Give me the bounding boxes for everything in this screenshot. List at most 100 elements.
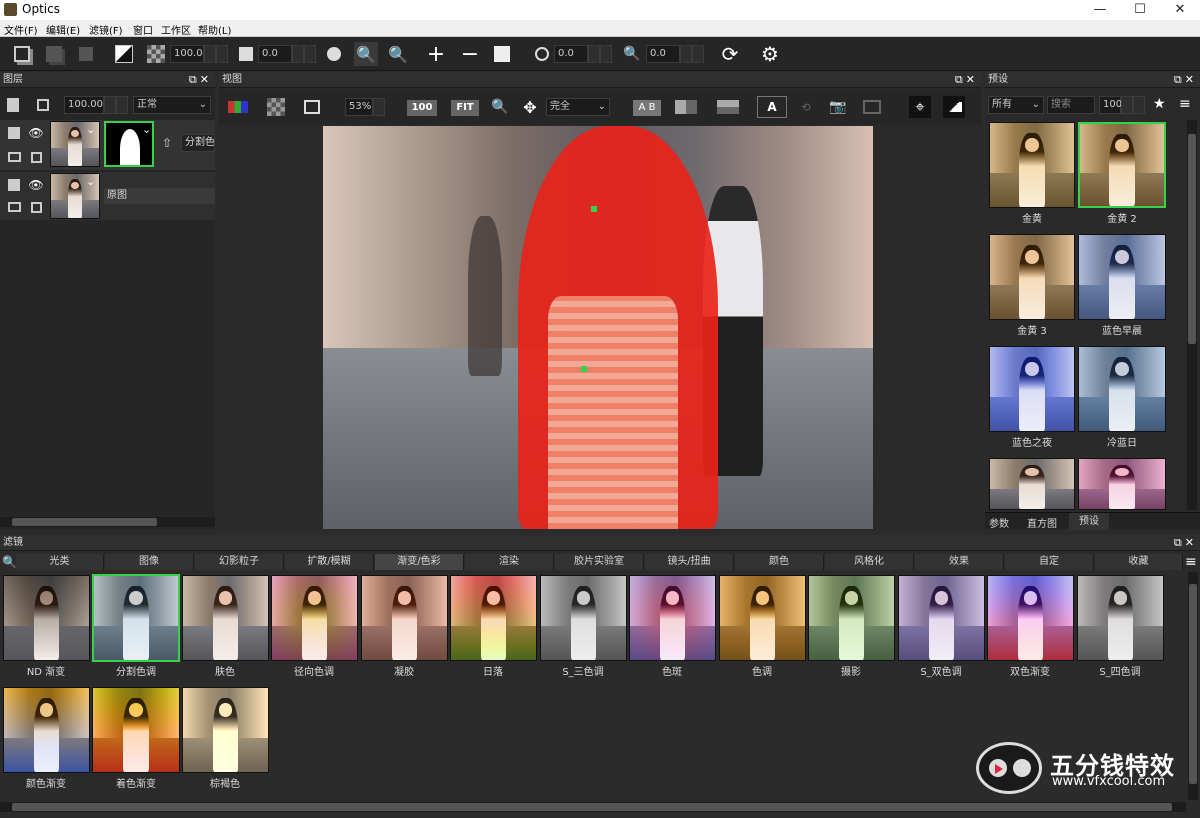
edit-layer-icon[interactable] — [3, 122, 25, 144]
refresh-icon[interactable]: ⟳ — [718, 42, 742, 66]
filters-scrollbar[interactable] — [0, 802, 1186, 812]
checker-icon[interactable] — [265, 96, 287, 118]
opacity-stepper[interactable] — [204, 45, 216, 63]
edit-layer-icon[interactable] — [3, 174, 25, 196]
layer-opacity-input[interactable]: 100.00 — [64, 96, 104, 114]
star-icon[interactable]: ★ — [1153, 96, 1166, 112]
camera-icon[interactable]: 📷 — [827, 96, 849, 118]
close-button[interactable]: ✕ — [1160, 0, 1200, 20]
blend-mode-select[interactable]: 正常 ⌄ — [133, 96, 211, 114]
layer-opacity-stepper[interactable] — [104, 96, 116, 114]
zoom-level[interactable]: 53% — [345, 98, 373, 116]
panel-window-controls[interactable]: ⧉✕ — [1174, 535, 1197, 551]
menu-file[interactable]: 文件(F) — [4, 22, 38, 37]
filter-tab-favorites[interactable]: 收藏 — [1095, 554, 1183, 570]
preset-thumb-blue-night[interactable] — [989, 346, 1075, 432]
preset-thumb[interactable] — [989, 458, 1075, 510]
ab-compare-button[interactable]: A B — [633, 100, 661, 116]
tab-histogram[interactable]: 直方图 — [1027, 515, 1057, 530]
filter-thumb-radial-tone[interactable] — [271, 575, 358, 661]
filter-thumb-bicolor-gradient[interactable] — [987, 575, 1074, 661]
eye-icon[interactable]: 👁 — [25, 174, 47, 196]
panel-window-controls[interactable]: ⧉✕ — [955, 72, 978, 88]
filter-thumb-tinted-gradient[interactable] — [92, 687, 180, 773]
frame-icon[interactable] — [25, 196, 47, 218]
value-stepper-2[interactable] — [292, 45, 304, 63]
filter-tab-diffuse-blur[interactable]: 扩散/模糊 — [285, 554, 374, 570]
thumb-size-input[interactable]: 100 — [1099, 96, 1121, 114]
monitor-icon[interactable] — [3, 146, 25, 168]
preset-thumb-cold-blue-day[interactable] — [1078, 346, 1166, 432]
crosshair-icon[interactable]: ⌖ — [909, 96, 931, 118]
split-horizontal-icon[interactable] — [717, 96, 739, 118]
value-input-2[interactable]: 0.0 — [258, 45, 292, 63]
move-icon[interactable]: ✥ — [519, 96, 541, 118]
filter-tab-film-lab[interactable]: 胶片实验室 — [555, 554, 644, 570]
filter-tab-render[interactable]: 渲染 — [465, 554, 554, 570]
minimize-button[interactable]: — — [1080, 0, 1120, 20]
filter-thumb-duotone[interactable] — [898, 575, 985, 661]
filter-thumb-color-gradient[interactable] — [3, 687, 90, 773]
filter-thumb-nd-gradient[interactable] — [3, 575, 90, 661]
zoom-in-icon[interactable]: 🔍 — [386, 42, 410, 66]
control-point[interactable] — [591, 206, 597, 212]
preset-search-input[interactable]: 搜索 — [1047, 96, 1095, 114]
opacity-icon[interactable] — [144, 42, 168, 66]
layers-scrollbar[interactable] — [0, 517, 215, 527]
filter-tab-custom[interactable]: 自定 — [1005, 554, 1094, 570]
preset-thumb[interactable] — [1078, 458, 1166, 510]
menu-icon[interactable]: ≡ — [1179, 96, 1191, 112]
value-stepper-4[interactable] — [680, 45, 692, 63]
tab-parameters[interactable]: 参数 — [989, 515, 1009, 530]
filter-thumb-gel[interactable] — [361, 575, 448, 661]
filter-thumb-quadtone[interactable] — [1077, 575, 1164, 661]
main-image-canvas[interactable] — [323, 126, 873, 529]
square-icon[interactable] — [234, 42, 258, 66]
panel-window-controls[interactable]: ⧉✕ — [1174, 72, 1197, 88]
filter-thumb-split-tone[interactable] — [92, 574, 180, 662]
monitor-icon[interactable] — [861, 96, 883, 118]
preset-thumb-golden[interactable] — [989, 122, 1075, 208]
value-input-4[interactable]: 0.0 — [646, 45, 680, 63]
circle-icon[interactable] — [530, 42, 554, 66]
filter-tab-lens-distort[interactable]: 镜头/扭曲 — [645, 554, 734, 570]
zoom-tool-icon[interactable]: 🔍 — [354, 42, 378, 66]
split-view-icon[interactable] — [675, 96, 697, 118]
filter-thumb-sepia[interactable] — [182, 687, 269, 773]
filter-tab-gradient-color[interactable]: 渐变/色彩 — [375, 554, 464, 570]
filter-thumb-color-spot[interactable] — [629, 575, 716, 661]
filter-thumb-tone[interactable] — [719, 575, 806, 661]
monitor-icon[interactable] — [3, 196, 25, 218]
rotate-icon[interactable] — [322, 42, 346, 66]
thumb-size-stepper-up[interactable] — [1133, 96, 1145, 114]
menu-icon[interactable]: ≡ — [1185, 554, 1197, 570]
filter-tab-particles[interactable]: 幻影粒子 — [195, 554, 284, 570]
search-icon[interactable]: 🔍 — [489, 96, 511, 118]
tab-presets[interactable]: 预设 — [1069, 513, 1109, 530]
filter-tab-light[interactable]: 光类 — [16, 554, 104, 570]
chevron-down-icon[interactable]: ⌄ — [86, 175, 95, 188]
layer-row-split[interactable]: 👁 ⌄ ⌄ ⇧ 分割色 — [0, 120, 215, 170]
panel-window-controls[interactable]: ⧉✕ — [189, 72, 212, 88]
menu-workspace[interactable]: 工作区 — [161, 22, 191, 37]
value-input-3[interactable]: 0.0 — [554, 45, 588, 63]
eye-icon[interactable]: 👁 — [25, 122, 47, 144]
menu-help[interactable]: 帮助(L) — [198, 22, 231, 37]
settings-icon[interactable]: ⚙ — [758, 42, 782, 66]
histogram-icon[interactable] — [943, 96, 965, 118]
opacity-input[interactable]: 100.0 — [170, 45, 204, 63]
maximize-button[interactable]: ☐ — [1120, 0, 1160, 20]
thumb-size-stepper[interactable] — [1121, 96, 1133, 114]
value-stepper-3[interactable] — [588, 45, 600, 63]
invert-icon[interactable] — [112, 42, 136, 66]
add-icon[interactable]: + — [424, 42, 448, 66]
preset-thumb-blue-morning[interactable] — [1078, 234, 1166, 320]
new-layer-icon[interactable] — [2, 94, 24, 116]
filter-tab-stylize[interactable]: 风格化 — [825, 554, 914, 570]
value-stepper-3b[interactable] — [600, 45, 612, 63]
value-stepper-4b[interactable] — [692, 45, 704, 63]
filter-thumb-photo[interactable] — [808, 575, 895, 661]
layer-row-original[interactable]: 👁 ⌄ 原图 — [0, 172, 215, 220]
view-mode-select[interactable]: 完全 ⌄ — [546, 98, 610, 116]
filter-tab-color[interactable]: 颜色 — [735, 554, 824, 570]
